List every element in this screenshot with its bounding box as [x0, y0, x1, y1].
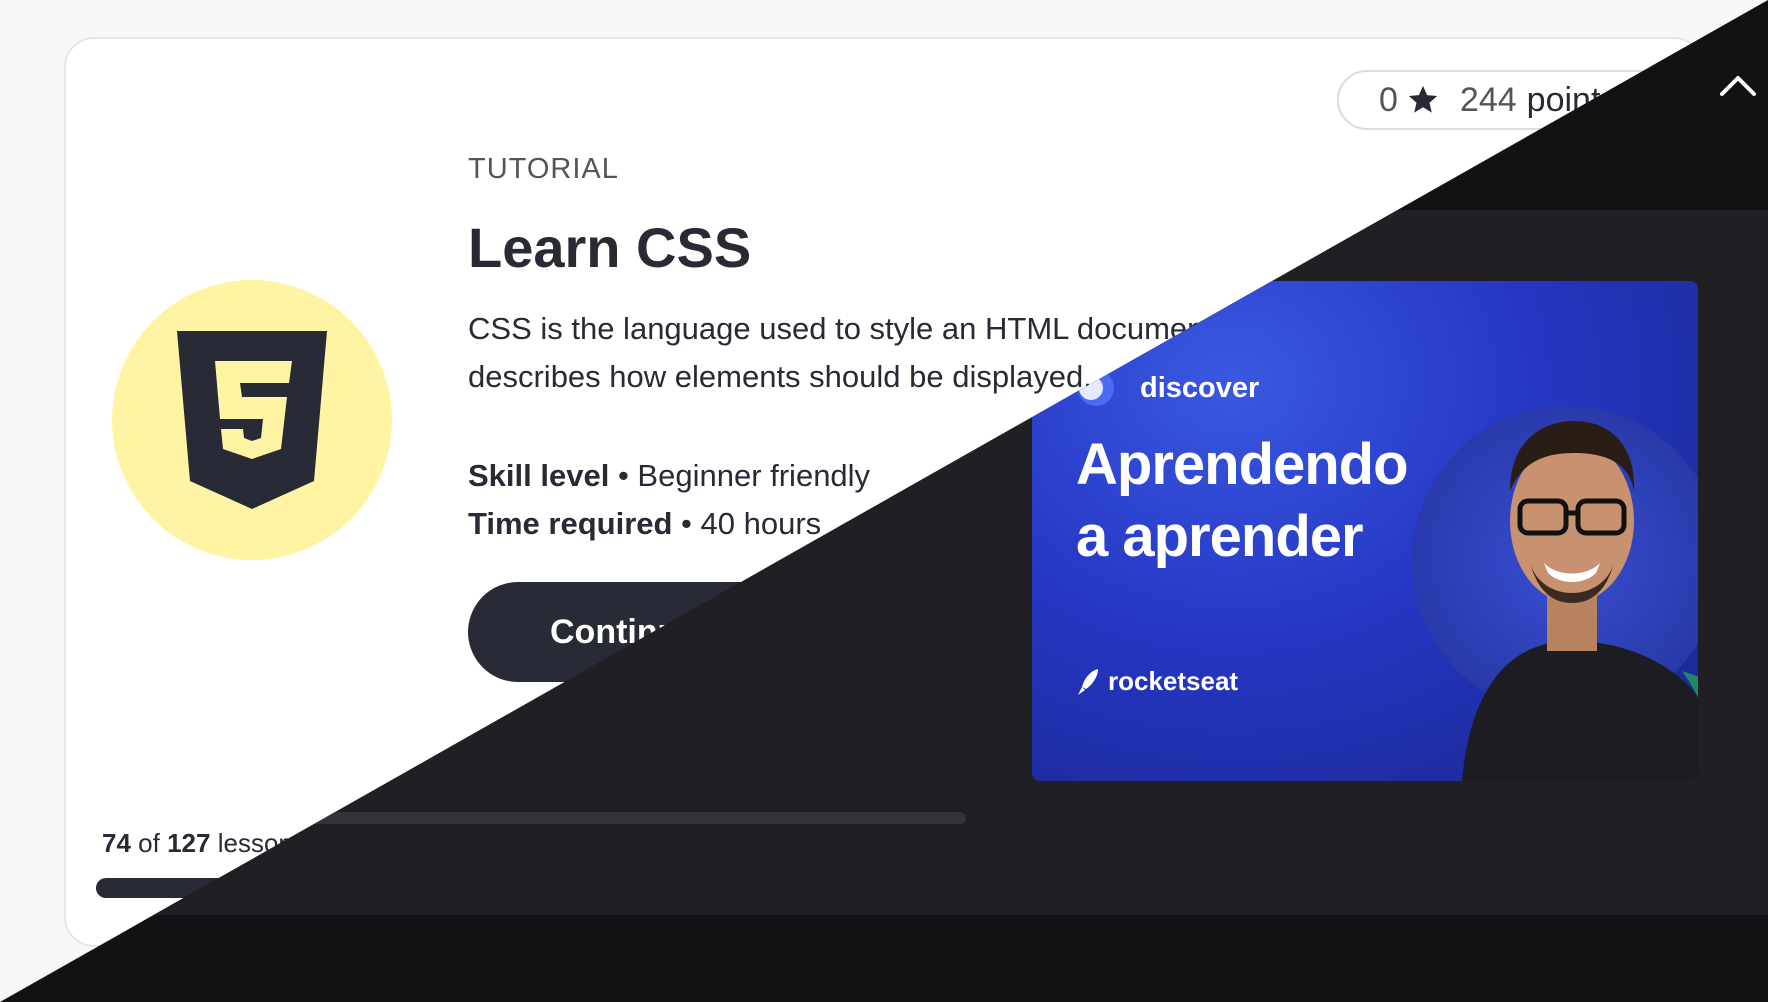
star-icon: [1408, 85, 1438, 113]
brand-logo: rocketseat: [1076, 666, 1238, 697]
video-title: Aprendendo a aprender: [1076, 429, 1436, 573]
skill-level-label: Skill level: [468, 458, 610, 493]
completed-lessons: 74: [102, 828, 131, 858]
of-word: of: [138, 828, 160, 858]
total-lessons: 127: [167, 828, 211, 858]
video-title-line-2: a aprender: [1076, 504, 1364, 569]
points-value: 244: [1459, 80, 1517, 119]
time-required-label: Time required: [468, 506, 673, 541]
video-title-line-1: Aprendendo: [1076, 432, 1409, 497]
chevron-up-icon[interactable]: [1718, 70, 1758, 100]
skill-level-value: Beginner friendly: [637, 458, 871, 493]
rocket-icon: [1078, 668, 1098, 695]
skill-level-row: Skill level • Beginner friendly: [468, 458, 871, 493]
brand-name: rocketseat: [1108, 666, 1239, 696]
css3-shield-icon: [177, 331, 327, 509]
time-required-value: 40 hours: [700, 506, 822, 541]
course-title: Learn CSS: [468, 216, 752, 279]
presenter-photo: [1412, 406, 1698, 781]
discover-label: discover: [1140, 371, 1260, 404]
course-type-label: TUTORIAL: [468, 153, 619, 185]
css-logo: [112, 280, 392, 560]
stars-count: 0: [1379, 80, 1398, 119]
time-required-row: Time required • 40 hours: [468, 506, 822, 541]
